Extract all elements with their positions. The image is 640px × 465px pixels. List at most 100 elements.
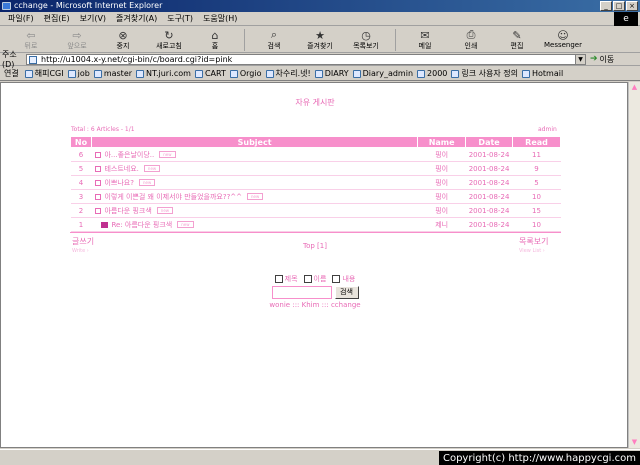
toolbar-button-11[interactable]: ☺ Messenger	[540, 27, 586, 53]
page-icon	[29, 55, 37, 64]
row-subject[interactable]: 이렇게 이쁜걸 왜 이제서야 만들었을까요??^^ new	[91, 189, 418, 204]
subject-link[interactable]: 이렇게 이쁜걸 왜 이제서야 만들었을까요??^^	[104, 193, 242, 201]
close-button[interactable]: ×	[626, 1, 638, 11]
list-link[interactable]: 목록보기	[519, 236, 548, 247]
toolbar-separator	[395, 29, 396, 51]
links-item-6[interactable]: 차수리.넷!	[265, 68, 311, 79]
menu-tools[interactable]: 도구(T)	[167, 13, 193, 24]
links-item-1[interactable]: job	[67, 69, 90, 78]
go-button[interactable]: ➔ 이동	[590, 54, 614, 65]
toolbar-button-4[interactable]: ⌂ 홈	[192, 27, 238, 53]
row-date: 2001-08-24	[465, 175, 513, 190]
links-item-7[interactable]: DIARY	[314, 69, 349, 78]
links-item-3[interactable]: NT.juri.com	[136, 69, 191, 78]
browser-window: cchange - Microsoft Internet Explorer _ …	[0, 0, 640, 465]
menu-help[interactable]: 도움말(H)	[203, 13, 237, 24]
col-name: Name	[417, 136, 467, 148]
links-item-0[interactable]: 해피CGI	[24, 68, 64, 79]
links-item-8[interactable]: Diary_admin	[352, 69, 414, 78]
menu-favorites[interactable]: 즐겨찾기(A)	[116, 13, 157, 24]
row-subject[interactable]: 테스트네요. new	[91, 161, 418, 176]
new-badge: new	[247, 193, 264, 200]
row-subject[interactable]: Re: 아름다운 핑크색 new	[91, 217, 418, 232]
row-name[interactable]: 핑이	[417, 147, 466, 162]
address-label: 주소(D)	[2, 50, 17, 69]
toolbar-button-7[interactable]: ◷ 목록보기	[343, 27, 389, 53]
title-bar: cchange - Microsoft Internet Explorer _ …	[0, 0, 640, 12]
links-item-5[interactable]: Orgio	[229, 69, 262, 78]
row-name[interactable]: 핑이	[417, 189, 466, 204]
admin-link[interactable]: admin	[538, 126, 557, 133]
links-item-10[interactable]: 링크 사용자 정의	[451, 68, 518, 79]
row-subject[interactable]: 아...좋은날이당.. new	[91, 147, 418, 162]
toolbar-button-label: 중지	[116, 42, 130, 50]
search-button[interactable]: 검색	[334, 286, 359, 299]
page-link-icon	[352, 69, 361, 78]
subject-link[interactable]: 아름다운 핑크색	[104, 207, 151, 215]
new-badge: new	[138, 179, 156, 186]
address-url: http://u1004.x-y.net/cgi-bin/c/board.cgi…	[41, 54, 233, 64]
links-item-2[interactable]: master	[93, 69, 132, 78]
toolbar-button-9[interactable]: ⎙ 인쇄	[448, 27, 494, 53]
name-checkbox[interactable]	[303, 275, 312, 283]
search-options: 제목 이름 내용	[1, 274, 629, 284]
toolbar-button-10[interactable]: ✎ 편집	[494, 27, 540, 53]
toolbar-button-label: 앞으로	[67, 42, 87, 50]
row-read: 9	[512, 161, 561, 176]
vertical-scrollbar[interactable]: ▲ ▼	[628, 82, 640, 448]
window-title: cchange - Microsoft Internet Explorer	[14, 1, 163, 10]
links-item-11[interactable]: Hotmail	[521, 69, 563, 78]
toolbar-button-5[interactable]: ⌕ 검색	[251, 27, 297, 53]
table-row: 5 테스트네요. new 핑이 2001-08-24 9	[70, 161, 561, 176]
maximize-button[interactable]: □	[613, 1, 625, 11]
toolbar-button-label: 검색	[267, 42, 281, 50]
links-item-label: Orgio	[239, 69, 262, 78]
search-option-content[interactable]: 내용	[332, 274, 355, 284]
content-checkbox[interactable]	[332, 275, 341, 283]
links-item-4[interactable]: CART	[194, 69, 226, 78]
subject-link[interactable]: 테스트네요.	[104, 165, 138, 173]
subject-link[interactable]: 아...좋은날이당..	[104, 151, 154, 159]
toolbar-button-1[interactable]: ⇨ 앞으로	[54, 27, 100, 53]
list-sub-link[interactable]: View List ›	[519, 248, 545, 254]
address-dropdown-icon[interactable]: ▼	[575, 54, 585, 64]
new-badge: new	[177, 221, 194, 228]
search-input[interactable]	[271, 286, 332, 299]
address-input[interactable]: http://u1004.x-y.net/cgi-bin/c/board.cgi…	[26, 53, 586, 65]
menu-file[interactable]: 파일(F)	[8, 13, 34, 24]
row-name[interactable]: 핑이	[417, 175, 466, 190]
toolbar-button-3[interactable]: ↻ 새로고침	[146, 27, 192, 53]
table-row: 4 이쁘나요? new 핑이 2001-08-24 5	[70, 175, 561, 190]
toolbar-button-8[interactable]: ✉ 메일	[402, 27, 448, 53]
menu-view[interactable]: 보기(V)	[80, 13, 106, 24]
links-item-9[interactable]: 2000	[417, 69, 447, 78]
row-name[interactable]: 제니	[417, 217, 466, 232]
row-name[interactable]: 핑이	[417, 203, 466, 218]
go-arrow-icon: ➔	[590, 54, 598, 64]
subject-checkbox[interactable]	[274, 275, 283, 283]
links-item-label: 2000	[427, 69, 448, 78]
status-bar: Copyright(c) http://www.happycgi.com	[0, 449, 640, 465]
toolbar-button-2[interactable]: ⊗ 중지	[100, 27, 146, 53]
links-item-label: Diary_admin	[362, 69, 414, 78]
row-no: 2	[70, 203, 92, 218]
toolbar-button-label: 인쇄	[464, 42, 478, 50]
search-option-name[interactable]: 이름	[303, 274, 326, 284]
minimize-button[interactable]: _	[600, 1, 612, 11]
row-subject[interactable]: 이쁘나요? new	[91, 175, 418, 190]
row-name[interactable]: 핑이	[417, 161, 466, 176]
page-link-icon	[67, 69, 76, 78]
scroll-down-icon[interactable]: ▼	[629, 437, 640, 448]
col-read: Read	[512, 136, 561, 148]
row-read: 15	[512, 203, 561, 218]
subject-link[interactable]: Re: 아름다운 핑크색	[111, 221, 172, 229]
refresh-icon: ↻	[164, 28, 174, 42]
scroll-up-icon[interactable]: ▲	[629, 82, 640, 93]
menu-edit[interactable]: 편집(E)	[44, 13, 70, 24]
subject-link[interactable]: 이쁘나요?	[104, 179, 133, 187]
search-option-subject[interactable]: 제목	[274, 274, 298, 284]
toolbar-button-6[interactable]: ★ 즐겨찾기	[297, 27, 343, 53]
row-no: 1	[70, 217, 92, 232]
row-subject[interactable]: 아름다운 핑크색 new	[91, 203, 418, 218]
row-read: 5	[512, 175, 561, 190]
